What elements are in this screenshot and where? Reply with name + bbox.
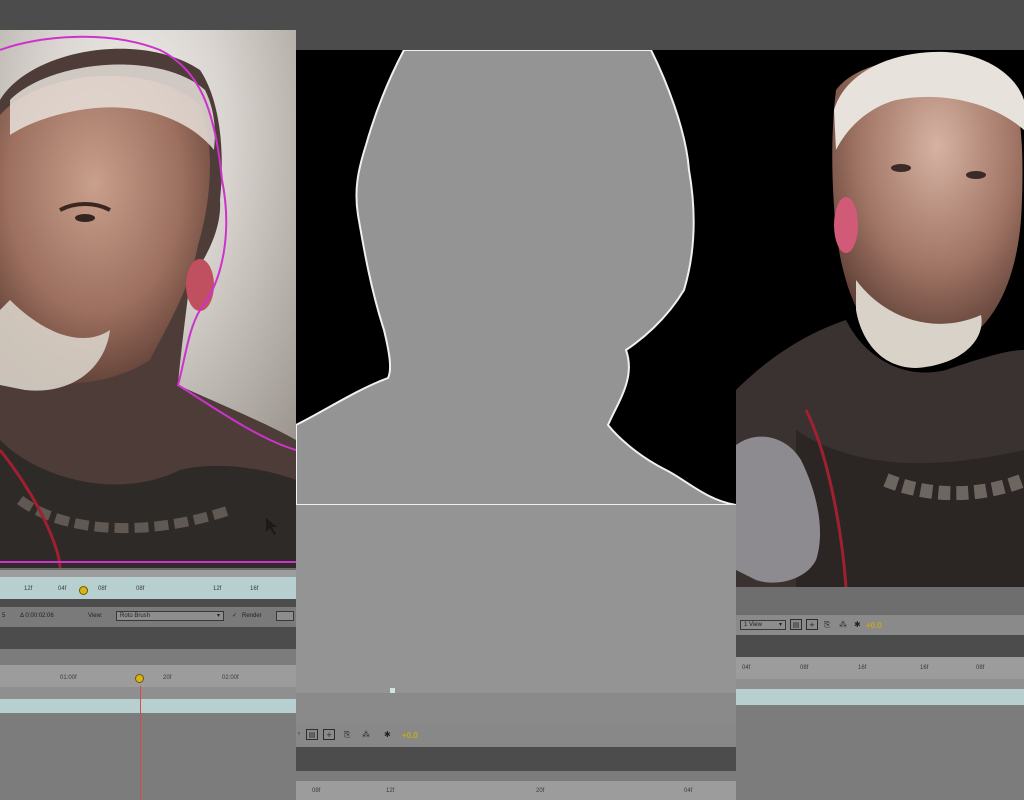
exposure-value[interactable]: +0.0 xyxy=(402,731,418,740)
left-controls-row: 5 Δ 0:00:02:06 View: Roto Brush ▾ ✓ Rend… xyxy=(0,607,296,627)
current-time-indicator[interactable] xyxy=(140,686,141,800)
right-composite-panel: 1 View ▾ ▤ + ⎘ ⁂ ✱ +0.0 04f 08f 16f 16f … xyxy=(736,0,1024,800)
timeline-tick: 12f xyxy=(386,788,395,794)
chevron-down-icon: ▾ xyxy=(216,613,220,619)
channels-icon[interactable]: ⁂ xyxy=(362,730,370,739)
view-layout-dropdown[interactable]: 1 View ▾ xyxy=(740,620,786,630)
right-spacer xyxy=(736,587,1024,615)
timecode-start: 5 xyxy=(2,613,6,619)
mid-top-strip xyxy=(296,0,736,50)
right-divider xyxy=(736,635,1024,657)
exposure-value[interactable]: +0.0 xyxy=(866,621,882,630)
render-checkbox-icon[interactable]: ✓ xyxy=(232,612,237,619)
left-top-strip xyxy=(0,0,296,30)
mid-panel-divider xyxy=(296,747,736,771)
alpha-matte-viewer[interactable] xyxy=(296,50,736,505)
view-dropdown[interactable]: Roto Brush ▾ xyxy=(116,611,224,621)
mid-spacer xyxy=(296,693,736,723)
mid-timeline-ruler[interactable]: 08f 12f 20f 04f xyxy=(296,781,736,800)
chevron-down-icon: ▾ xyxy=(778,622,782,628)
timeline-tick: 16f xyxy=(858,665,867,671)
mid-toolbar: ‹ ▤ + ⎘ ⁂ ✱ +0.0 xyxy=(296,723,736,747)
snapshot-icon[interactable]: ⎘ xyxy=(344,730,350,740)
chevron-left-icon[interactable]: ‹ xyxy=(298,731,300,737)
timeline-tick: 04f xyxy=(684,788,693,794)
right-timeline-body xyxy=(736,705,1024,800)
timeline-tick: 08f xyxy=(976,665,985,671)
timecode-display[interactable]: Δ 0:00:02:06 xyxy=(20,613,54,619)
left-panel-header xyxy=(0,649,296,665)
toggle-grid-button[interactable]: ▤ xyxy=(790,619,802,630)
timeline-playhead[interactable] xyxy=(135,674,144,683)
left-spacer xyxy=(0,627,296,649)
right-work-area[interactable] xyxy=(736,679,1024,689)
timeline-tick: 16f xyxy=(920,665,929,671)
ruler-tick: 08f xyxy=(136,586,145,592)
timeline-tick: 04f xyxy=(742,665,751,671)
mid-header xyxy=(296,771,736,781)
left-layer-bar[interactable] xyxy=(0,699,296,713)
left-ruler-top xyxy=(0,570,296,577)
toggle-safe-zones-button[interactable]: + xyxy=(323,729,335,740)
left-work-area[interactable] xyxy=(0,687,296,699)
ruler-tick: 12f xyxy=(213,586,222,592)
exposure-icon[interactable]: ✱ xyxy=(854,620,861,629)
left-footage-viewer[interactable] xyxy=(0,30,296,568)
left-timeline-ruler[interactable]: 01:00f 20f 02:00f xyxy=(0,665,296,687)
timeline-tick: 20f xyxy=(536,788,545,794)
left-track-bar xyxy=(0,599,296,607)
left-roto-panel: 12f 04f 08f 08f 12f 16f 5 Δ 0:00:02:06 V… xyxy=(0,0,296,800)
left-time-ruler[interactable]: 12f 04f 08f 08f 12f 16f xyxy=(0,577,296,599)
right-toolbar: 1 View ▾ ▤ + ⎘ ⁂ ✱ +0.0 xyxy=(736,615,1024,635)
channels-icon[interactable]: ⁂ xyxy=(839,620,847,629)
mid-matte-lower xyxy=(296,505,736,693)
right-composite-viewer[interactable] xyxy=(736,50,1024,587)
render-label: Render xyxy=(242,613,262,619)
toggle-safe-zones-button[interactable]: + xyxy=(806,619,818,630)
view-label: View: xyxy=(88,613,103,619)
right-timeline-ruler[interactable]: 04f 08f 16f 16f 08f xyxy=(736,657,1024,679)
timeline-tick: 01:00f xyxy=(60,675,77,681)
ruler-tick: 16f xyxy=(250,586,259,592)
snapshot-icon[interactable]: ⎘ xyxy=(824,620,830,630)
middle-alpha-panel: ‹ ▤ + ⎘ ⁂ ✱ +0.0 08f 12f 20f 04f xyxy=(296,0,736,800)
playhead-marker[interactable] xyxy=(79,586,88,595)
right-top-strip xyxy=(736,0,1024,50)
ruler-tick: 12f xyxy=(24,586,33,592)
timeline-tick: 20f xyxy=(163,675,172,681)
view-dropdown-value: Roto Brush xyxy=(120,613,151,619)
timeline-tick: 02:00f xyxy=(222,675,239,681)
toggle-grid-button[interactable]: ▤ xyxy=(306,729,318,740)
timeline-tick: 08f xyxy=(800,665,809,671)
timeline-tick: 08f xyxy=(312,788,321,794)
left-timeline-body xyxy=(0,713,296,800)
right-layer-bar[interactable] xyxy=(736,689,1024,705)
ruler-tick: 04f xyxy=(58,586,67,592)
view-layout-value: 1 View xyxy=(744,622,762,628)
exposure-icon[interactable]: ✱ xyxy=(384,730,391,739)
ruler-tick: 08f xyxy=(98,586,107,592)
render-options-dropdown[interactable] xyxy=(276,611,294,621)
